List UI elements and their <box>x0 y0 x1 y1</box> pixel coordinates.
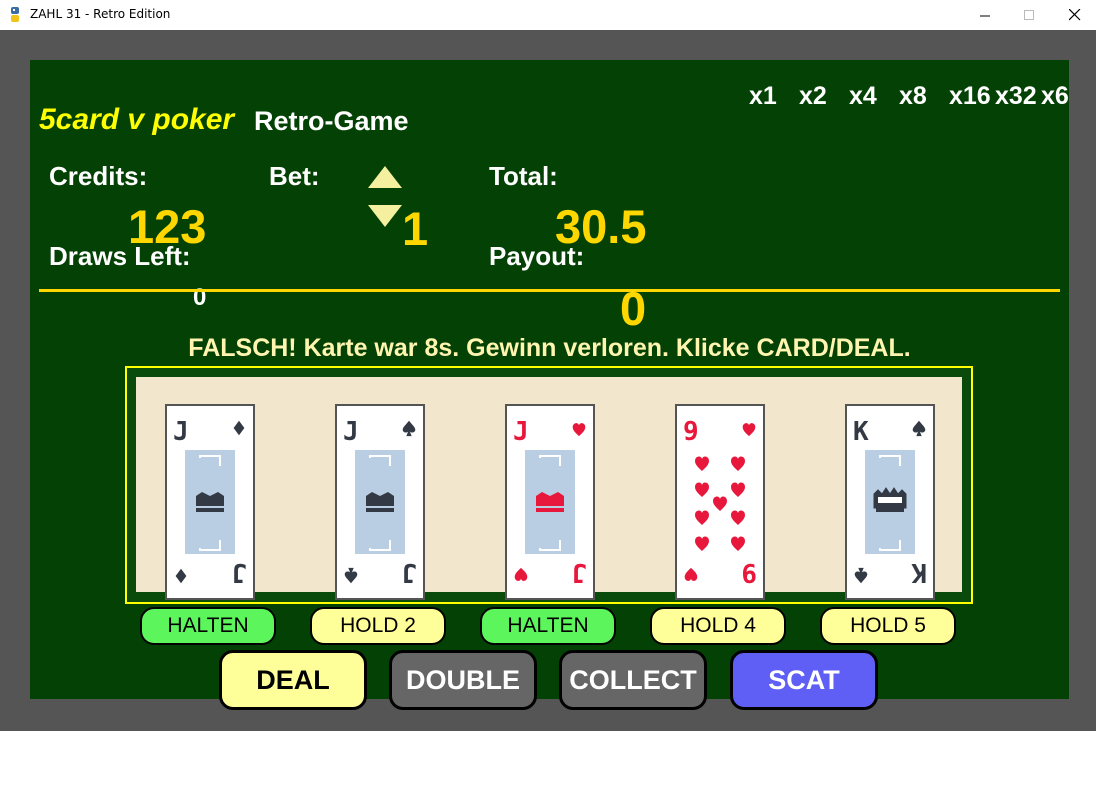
collect-button[interactable]: COLLECT <box>559 650 707 710</box>
draws-left-label: Draws Left: <box>49 241 191 271</box>
bet-value: 1 <box>402 202 429 255</box>
scat-button[interactable]: SCAT <box>730 650 878 710</box>
deal-button[interactable]: DEAL <box>219 650 367 710</box>
card-rank: J <box>173 417 189 447</box>
card-1[interactable]: JJ <box>165 404 255 600</box>
card-face: JJ <box>335 404 425 600</box>
hold-button-3[interactable]: HALTEN <box>480 607 616 645</box>
card-felt: JJ JJ JJ 99 KK <box>136 377 962 600</box>
payout-label: Payout: <box>489 241 585 271</box>
divider-line <box>39 289 1060 292</box>
bet-label: Bet: <box>269 161 320 191</box>
card-face: JJ <box>505 404 595 600</box>
multiplier-x4: x4 <box>849 82 877 110</box>
card-rank: J <box>343 417 359 447</box>
hold-button-1[interactable]: HALTEN <box>140 607 276 645</box>
bet-increase-arrow-icon[interactable] <box>368 166 402 188</box>
multiplier-x16: x16 <box>949 82 991 110</box>
double-button[interactable]: DOUBLE <box>389 650 537 710</box>
card-5[interactable]: KK <box>845 404 935 600</box>
multiplier-x64: x64 <box>1041 84 1069 109</box>
card-rank: J <box>513 417 529 447</box>
card-rank-bottom: K <box>911 557 927 587</box>
game-frame: 5card v poker Retro-Game x1 x2 x4 x8 x16… <box>0 30 1096 731</box>
hold-button-2[interactable]: HOLD 2 <box>310 607 446 645</box>
poker-table: 5card v poker Retro-Game x1 x2 x4 x8 x16… <box>30 60 1069 710</box>
card-rank: 9 <box>683 417 699 447</box>
hold-button-4[interactable]: HOLD 4 <box>650 607 786 645</box>
card-rank-bottom: J <box>231 557 247 587</box>
multiplier-x2: x2 <box>799 82 827 110</box>
card-4[interactable]: 99 <box>675 404 765 600</box>
close-button[interactable] <box>1052 0 1096 30</box>
multiplier-x1: x1 <box>749 82 777 110</box>
card-rank-bottom: 9 <box>741 557 757 587</box>
maximize-icon <box>1023 9 1034 20</box>
payout-value: 0 <box>620 282 647 335</box>
card-rank-bottom: J <box>571 557 587 587</box>
snake-app-icon <box>11 7 19 22</box>
multiplier-x32: x32 <box>995 82 1037 110</box>
minimize-button[interactable] <box>962 0 1008 30</box>
multiplier-x8: x8 <box>899 82 927 110</box>
card-2[interactable]: JJ <box>335 404 425 600</box>
minimize-icon <box>979 15 990 16</box>
card-face: 99 <box>675 404 765 600</box>
game-subtitle: Retro-Game <box>254 106 409 136</box>
bet-decrease-arrow-icon[interactable] <box>368 205 402 227</box>
card-rank: K <box>853 417 869 447</box>
game-title: 5card v poker <box>39 103 235 136</box>
card-face: JJ <box>165 404 255 600</box>
close-icon <box>1069 9 1081 21</box>
card-rank-bottom: J <box>401 557 417 587</box>
card-face: KK <box>845 404 935 600</box>
maximize-button[interactable] <box>1006 0 1052 30</box>
window-titlebar: ZAHL 31 - Retro Edition <box>0 0 1096 30</box>
hold-button-5[interactable]: HOLD 5 <box>820 607 956 645</box>
window-title: ZAHL 31 - Retro Edition <box>30 7 171 21</box>
total-label: Total: <box>489 161 558 191</box>
card-area: JJ JJ JJ 99 KK <box>125 366 973 604</box>
status-message: FALSCH! Karte war 8s. Gewinn verloren. K… <box>188 334 911 362</box>
credits-label: Credits: <box>49 161 148 191</box>
card-3[interactable]: JJ <box>505 404 595 600</box>
